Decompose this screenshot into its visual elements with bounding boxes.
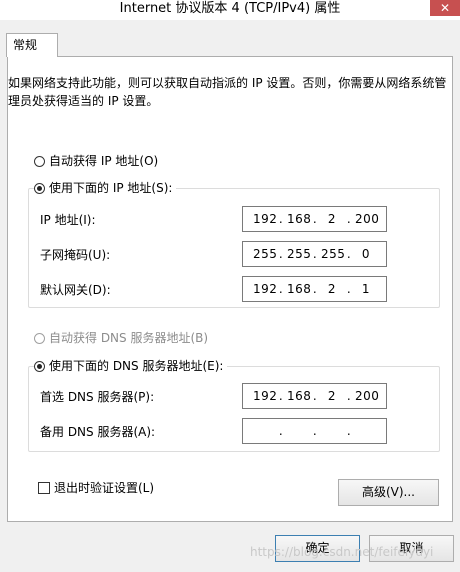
- radio-manual-ip-indicator[interactable]: [34, 182, 45, 194]
- validate-on-exit-label: 退出时验证设置(L): [54, 481, 155, 495]
- close-button[interactable]: ✕: [430, 0, 460, 16]
- radio-auto-dns[interactable]: 自动获得 DNS 服务器地址(B): [34, 330, 208, 346]
- octet: 192: [253, 282, 278, 296]
- default-gateway-label: 默认网关(D):: [40, 283, 111, 297]
- radio-manual-dns[interactable]: 使用下面的 DNS 服务器地址(E):: [34, 358, 228, 374]
- octet: 1: [361, 282, 371, 296]
- octet: 255: [287, 247, 312, 261]
- octet: 255: [321, 247, 346, 261]
- radio-manual-ip-label: 使用下面的 IP 地址(S):: [49, 181, 173, 195]
- radio-manual-ip[interactable]: 使用下面的 IP 地址(S):: [34, 180, 177, 196]
- octet: 2: [327, 389, 337, 403]
- title-bar: Internet 协议版本 4 (TCP/IPv4) 属性 ✕: [0, 0, 460, 20]
- radio-auto-ip-label: 自动获得 IP 地址(O): [49, 154, 159, 168]
- default-gateway-input[interactable]: 192. 168. 2. 1: [242, 276, 387, 302]
- alternate-dns-input[interactable]: . . .: [242, 418, 387, 444]
- window-title: Internet 协议版本 4 (TCP/IPv4) 属性: [119, 1, 341, 16]
- cancel-button[interactable]: 取消: [369, 535, 454, 562]
- radio-auto-ip[interactable]: 自动获得 IP 地址(O): [34, 153, 158, 169]
- octet: 200: [355, 389, 380, 403]
- octet: 255: [253, 247, 278, 261]
- tab-general[interactable]: 常规: [6, 33, 58, 57]
- radio-auto-ip-indicator[interactable]: [34, 155, 45, 167]
- octet: 2: [327, 212, 337, 226]
- radio-manual-dns-indicator[interactable]: [34, 360, 45, 372]
- ip-address-input[interactable]: 192. 168. 2. 200: [242, 206, 387, 232]
- radio-auto-dns-indicator[interactable]: [34, 332, 45, 344]
- octet: 168: [287, 212, 312, 226]
- ip-address-label: IP 地址(I):: [40, 213, 96, 227]
- subnet-mask-input[interactable]: 255. 255. 255. 0: [242, 241, 387, 267]
- octet: 0: [361, 247, 371, 261]
- radio-manual-dns-label: 使用下面的 DNS 服务器地址(E):: [49, 359, 224, 373]
- octet: 2: [327, 282, 337, 296]
- subnet-mask-label: 子网掩码(U):: [40, 248, 111, 262]
- alternate-dns-label: 备用 DNS 服务器(A):: [40, 425, 156, 439]
- preferred-dns-input[interactable]: 192. 168. 2. 200: [242, 383, 387, 409]
- octet: 200: [355, 212, 380, 226]
- octet: 192: [253, 389, 278, 403]
- octet: 168: [287, 389, 312, 403]
- description-text: 如果网络支持此功能，则可以获取自动指派的 IP 设置。否则，你需要从网络系统管理…: [8, 76, 447, 108]
- tab-general-label: 常规: [13, 38, 38, 52]
- radio-auto-dns-label: 自动获得 DNS 服务器地址(B): [49, 331, 209, 345]
- octet: 168: [287, 282, 312, 296]
- validate-on-exit-box[interactable]: [38, 482, 50, 494]
- validate-on-exit-checkbox[interactable]: 退出时验证设置(L): [38, 480, 154, 496]
- advanced-button[interactable]: 高级(V)...: [338, 479, 439, 506]
- ok-button[interactable]: 确定: [275, 535, 360, 562]
- octet: 192: [253, 212, 278, 226]
- close-icon: ✕: [439, 1, 451, 15]
- preferred-dns-label: 首选 DNS 服务器(P):: [40, 390, 155, 404]
